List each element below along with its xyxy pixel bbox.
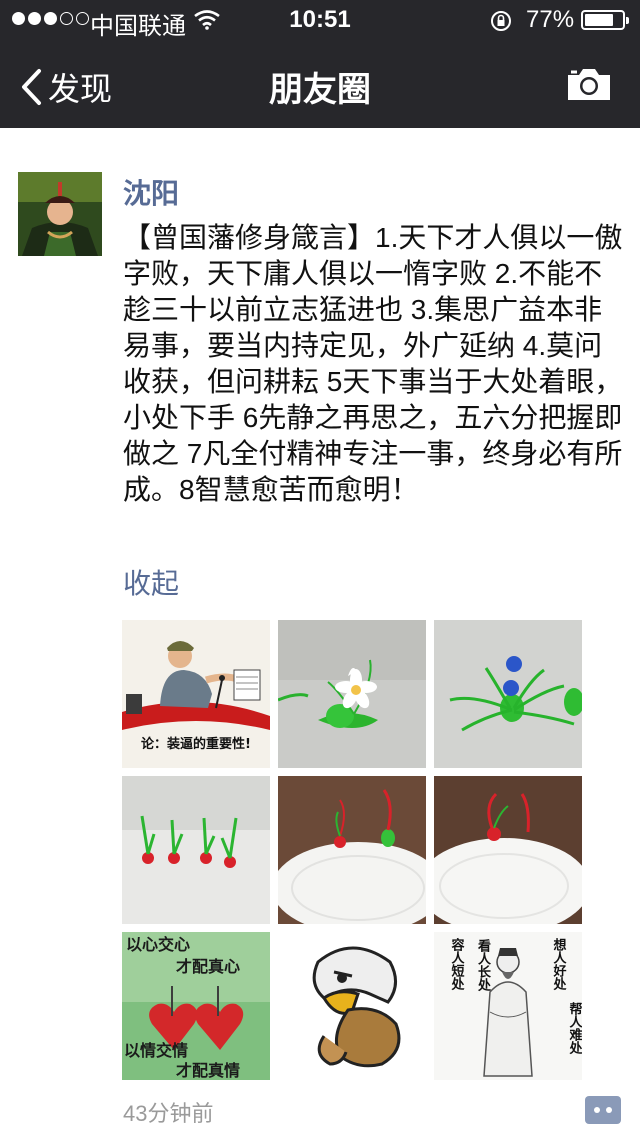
battery-icon xyxy=(581,10,629,30)
post-author[interactable]: 沈阳 xyxy=(123,172,179,212)
comment-icon[interactable] xyxy=(585,1096,621,1124)
photo-3[interactable] xyxy=(434,620,582,768)
photo-7[interactable]: 以心交心 才配真心 以情交情 才配真情 xyxy=(122,932,270,1080)
chevron-left-icon xyxy=(22,69,41,105)
image-grid: 论：装逼的重要性! 以心交心 才配真心 以情交情 才配真情 看人长处 容人短处 … xyxy=(122,620,582,1080)
photo-4[interactable] xyxy=(122,776,270,924)
top-bar: 中国联通 10:51 77% 发现 朋友圈 xyxy=(0,0,640,128)
photo-9[interactable]: 看人长处 容人短处 想人好处 帮人难处 xyxy=(434,932,582,1080)
photo-8[interactable] xyxy=(278,932,426,1080)
photo-9-col-2: 容人短处 xyxy=(449,937,466,991)
avatar[interactable] xyxy=(18,172,102,256)
post-text: 【曾国藩修身箴言】1.天下才人俱以一傲字败，天下庸人俱以一惰字败 2.不能不趁三… xyxy=(123,222,623,505)
photo-7-caption-bottom2: 才配真情 xyxy=(176,1061,240,1080)
battery-percent: 77% xyxy=(526,6,575,33)
photo-9-col-4: 帮人难处 xyxy=(567,1001,583,1055)
post-time: 43分钟前 xyxy=(123,1101,214,1126)
photo-7-caption-bottom: 以情交情 xyxy=(124,1041,188,1060)
photo-9-col-3: 想人好处 xyxy=(551,937,568,991)
camera-icon[interactable] xyxy=(566,66,612,107)
photo-5[interactable] xyxy=(278,776,426,924)
photo-7-caption-top2: 才配真心 xyxy=(176,957,240,976)
rotation-lock-icon xyxy=(489,9,513,39)
photo-6[interactable] xyxy=(434,776,582,924)
photo-2[interactable] xyxy=(278,620,426,768)
photo-7-caption-top: 以心交心 xyxy=(126,935,190,954)
back-label: 发现 xyxy=(48,71,113,107)
photo-1[interactable]: 论：装逼的重要性! xyxy=(122,620,270,768)
back-button[interactable]: 发现 xyxy=(20,64,112,110)
photo-1-caption: 论：装逼的重要性! xyxy=(141,736,251,752)
collapse-link[interactable]: 收起 xyxy=(123,562,179,602)
status-bar: 中国联通 10:51 77% xyxy=(0,0,640,40)
